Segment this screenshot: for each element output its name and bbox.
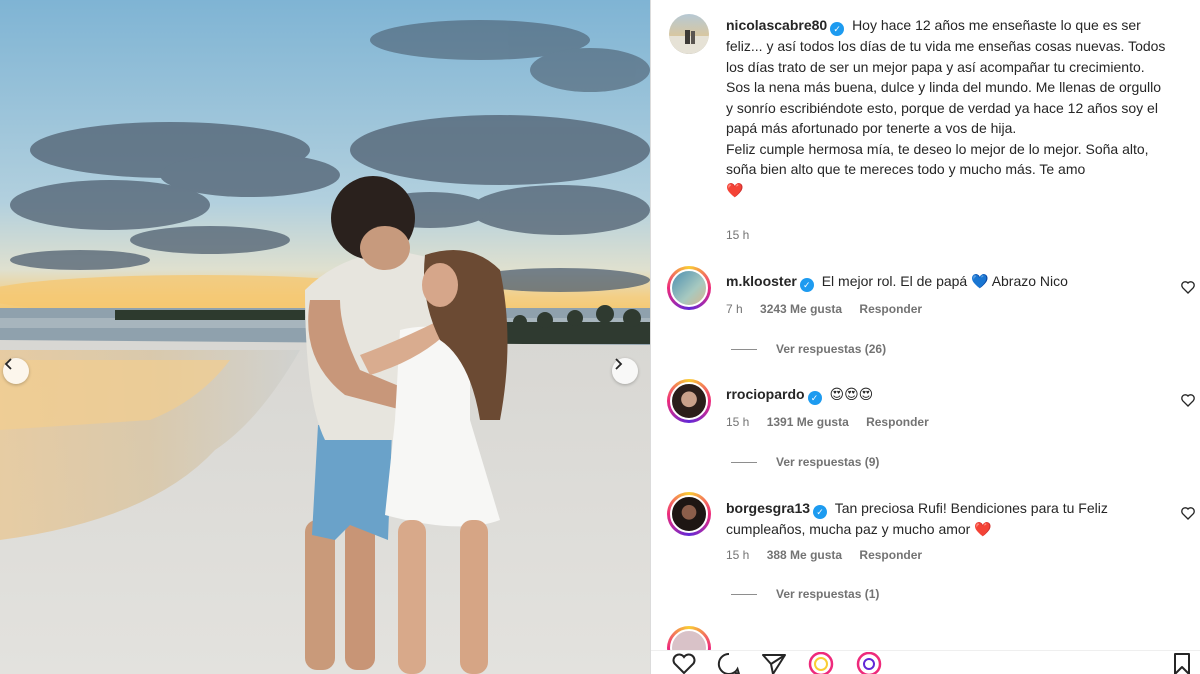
heart-icon[interactable] — [671, 652, 697, 674]
view-replies-button[interactable]: Ver respuestas (26) — [731, 342, 886, 356]
instagram-icon[interactable] — [854, 652, 884, 674]
caption-paragraph-1: Hoy hace 12 años me enseñaste lo que es … — [726, 17, 1166, 137]
comment-item: m.klooster ✓ El mejor rol. El de papá 💙 A… — [726, 271, 1146, 293]
post-details-panel: nicolascabre80 ✓ Hoy hace 12 años me ense… — [651, 0, 1200, 674]
comment-likes[interactable]: 1391 Me gusta — [767, 415, 849, 429]
comment-meta: 7 h 3243 Me gusta Responder — [726, 302, 936, 316]
replies-line — [731, 348, 757, 350]
heart-outline-icon[interactable] — [1180, 392, 1196, 408]
verified-badge-icon: ✓ — [813, 505, 828, 520]
comment-username[interactable]: rrociopardo — [726, 386, 805, 402]
caption-paragraph-2: Feliz cumple hermosa mía, te deseo lo me… — [726, 140, 1149, 178]
comment-item: borgesgra13 ✓ Tan preciosa Rufi! Bendicio… — [726, 498, 1146, 540]
chevron-left-icon — [4, 358, 12, 370]
red-heart-emoji: ❤️ — [726, 181, 744, 198]
chevron-right-icon — [615, 358, 623, 370]
blue-heart-emoji: 💙 — [971, 273, 989, 289]
comment-username[interactable]: borgesgra13 — [726, 500, 810, 516]
author-username[interactable]: nicolascabre80 — [726, 17, 827, 33]
avatar-photo — [670, 495, 708, 533]
reels-icon[interactable] — [806, 652, 836, 674]
verified-badge-icon: ✓ — [807, 391, 822, 406]
replies-line — [731, 461, 757, 463]
comment-body: El mejor rol. El de papá — [821, 273, 968, 289]
comment-likes[interactable]: 388 Me gusta — [767, 548, 842, 562]
comment-meta: 15 h 1391 Me gusta Responder — [726, 415, 943, 429]
comment-likes[interactable]: 3243 Me gusta — [760, 302, 842, 316]
comment-meta: 15 h 388 Me gusta Responder — [726, 548, 936, 562]
verified-badge-icon: ✓ — [830, 22, 845, 37]
reply-button[interactable]: Responder — [866, 415, 929, 429]
author-avatar[interactable] — [669, 14, 709, 54]
view-replies-button[interactable]: Ver respuestas (1) — [731, 587, 879, 601]
avatar-photo — [670, 382, 708, 420]
view-replies-label: Ver respuestas (9) — [776, 455, 880, 469]
commenter-avatar[interactable] — [667, 379, 711, 423]
heart-outline-icon[interactable] — [1180, 279, 1196, 295]
replies-line — [731, 593, 757, 595]
comment-username[interactable]: m.klooster — [726, 273, 797, 289]
post-photo — [0, 0, 650, 674]
reply-button[interactable]: Responder — [859, 548, 922, 562]
post-action-bar — [651, 650, 1200, 674]
view-replies-label: Ver respuestas (1) — [776, 587, 880, 601]
caption-time: 15 h — [726, 228, 750, 242]
beach-sunset-image — [0, 0, 650, 674]
view-replies-button[interactable]: Ver respuestas (9) — [731, 455, 879, 469]
red-heart-emoji: ❤️ — [974, 521, 992, 538]
post-caption: nicolascabre80 ✓ Hoy hace 12 años me ense… — [726, 15, 1166, 200]
comment-icon[interactable] — [716, 652, 742, 674]
view-replies-label: Ver respuestas (26) — [776, 342, 887, 356]
commenter-avatar[interactable] — [667, 492, 711, 536]
heart-eyes-emoji: 😍😍😍 — [829, 386, 874, 402]
verified-badge-icon: ✓ — [799, 278, 814, 293]
comment-time: 15 h — [726, 548, 750, 562]
share-icon[interactable] — [761, 652, 787, 674]
avatar-photo — [669, 30, 709, 54]
reply-button[interactable]: Responder — [859, 302, 922, 316]
bookmark-icon[interactable] — [1171, 652, 1193, 674]
caption-meta: 15 h — [726, 228, 763, 242]
comment-time: 7 h — [726, 302, 743, 316]
comment-body-end: Abrazo Nico — [991, 273, 1068, 289]
heart-outline-icon[interactable] — [1180, 505, 1196, 521]
carousel-prev-button[interactable] — [3, 358, 29, 384]
carousel-next-button[interactable] — [612, 358, 638, 384]
comment-time: 15 h — [726, 415, 750, 429]
commenter-avatar[interactable] — [667, 266, 711, 310]
avatar-photo — [670, 269, 708, 307]
comment-item: rrociopardo ✓ 😍😍😍 — [726, 384, 1146, 406]
